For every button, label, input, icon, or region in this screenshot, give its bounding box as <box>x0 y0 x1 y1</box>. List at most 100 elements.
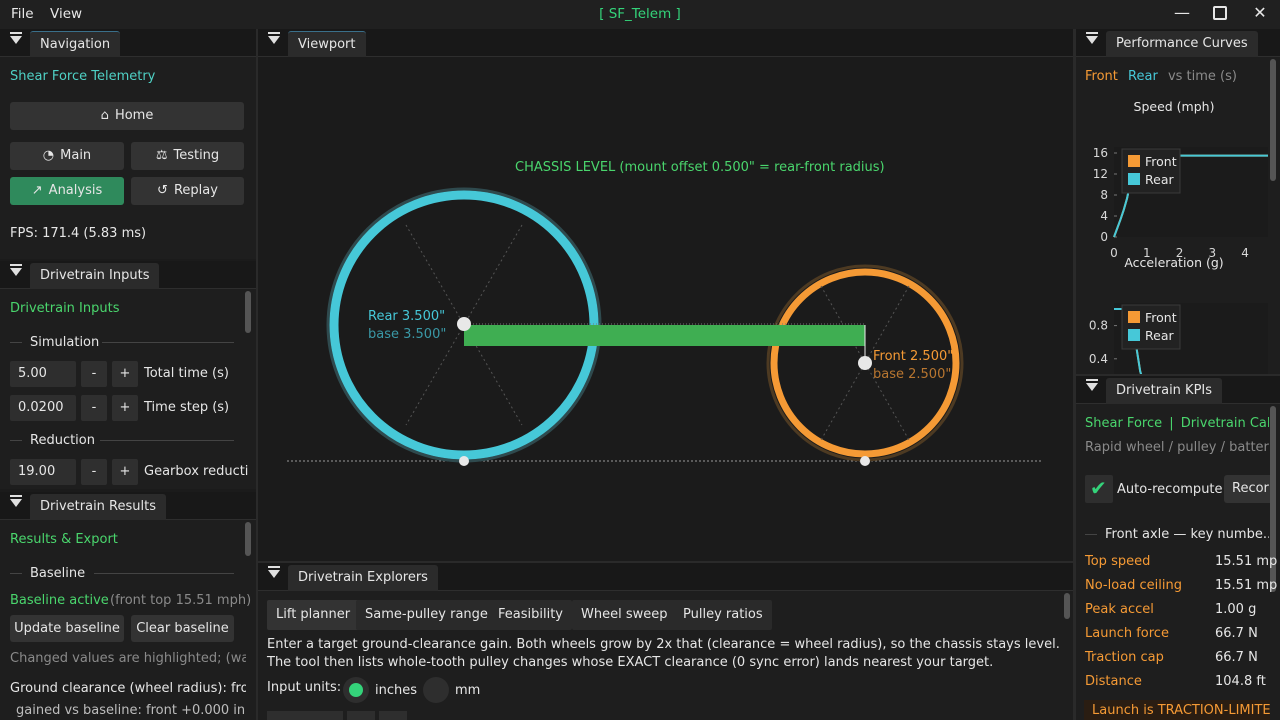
minimize-button[interactable]: — <box>1162 1 1202 27</box>
gearbox-decrement[interactable]: - <box>81 459 107 485</box>
subtab-feasibility[interactable]: Feasibility <box>489 600 572 630</box>
tab-drivetrain-explorers[interactable]: Drivetrain Explorers <box>288 565 438 591</box>
check-icon: ✔ <box>1090 476 1107 500</box>
gauge-icon: ◔ <box>42 148 55 163</box>
update-baseline-button[interactable]: Update baseline <box>10 615 124 642</box>
perf-legend-suffix: vs time (s) <box>1167 69 1237 84</box>
window-title: [ SF_Telem ] <box>599 6 681 22</box>
gearbox-increment[interactable]: + <box>112 459 138 485</box>
kpi-peak-accel-value: 1.00 g <box>1215 602 1257 617</box>
kpis-subheading: Rapid wheel / pulley / battery p <box>1085 440 1269 455</box>
history-icon: ↺ <box>157 183 168 198</box>
collapse-arrow-icon[interactable] <box>10 32 22 44</box>
clear-baseline-button[interactable]: Clear baseline <box>131 615 234 642</box>
time-step-decrement[interactable]: - <box>81 395 107 421</box>
perf-legend-rear: Rear <box>1128 69 1158 84</box>
tab-drivetrain-kpis[interactable]: Drivetrain KPIs <box>1106 378 1223 404</box>
inputs-scrollbar[interactable] <box>245 291 251 333</box>
home-button[interactable]: ⌂ Home <box>10 102 244 130</box>
kpi-distance-value: 104.8 ft <box>1215 674 1266 689</box>
legend-label-front: Front <box>1145 310 1177 325</box>
units-label: Input units: <box>267 680 342 695</box>
kpis-panel-header: Drivetrain KPIs <box>1076 376 1280 404</box>
radio-dot-icon <box>349 683 363 697</box>
maximize-button[interactable] <box>1200 1 1240 27</box>
recompute-button[interactable]: Recor <box>1224 475 1270 503</box>
auto-recompute-label: Auto-recompute <box>1117 482 1223 497</box>
analysis-button[interactable]: ↗ Analysis <box>10 177 124 205</box>
home-icon: ⌂ <box>100 108 109 123</box>
traction-warning-box: Launch is TRACTION-LIMITE <box>1084 700 1270 720</box>
mm-radio[interactable] <box>423 677 449 703</box>
baseline-active: Baseline active <box>10 593 109 608</box>
results-scrollbar[interactable] <box>245 522 251 556</box>
auto-recompute-checkbox[interactable]: ✔ <box>1085 475 1113 503</box>
rear-wheel-base: base 3.500" <box>368 327 447 342</box>
baseline-section: Baseline <box>30 566 86 581</box>
subtab-lift-planner[interactable]: Lift planner <box>267 600 360 630</box>
subtab-pulley-ratios[interactable]: Pulley ratios <box>674 600 772 630</box>
performance-charts[interactable]: Speed (mph)04812160 1 2 3 4FrontRearAccelera… <box>1076 89 1268 374</box>
results-panel-header: Drivetrain Results <box>0 492 256 520</box>
target-input-partial[interactable] <box>267 711 343 720</box>
inches-label: inches <box>375 683 418 698</box>
tab-performance-curves[interactable]: Performance Curves <box>1106 31 1258 57</box>
performance-panel-header: Performance Curves <box>1076 29 1280 57</box>
maximize-icon <box>1213 6 1227 20</box>
viewport-panel: Viewport CHASSIS LEVEL (mount offset 0.5… <box>258 29 1073 561</box>
close-button[interactable]: ✕ <box>1240 1 1280 27</box>
results-panel: Drivetrain Results Results & Export Base… <box>0 492 256 720</box>
performance-panel: Performance Curves Front Rear vs time (s… <box>1076 29 1280 374</box>
explorers-scrollbar[interactable] <box>1064 593 1070 619</box>
collapse-arrow-icon[interactable] <box>268 566 280 578</box>
menu-view[interactable]: View <box>50 6 82 22</box>
legend-label-rear: Rear <box>1145 328 1174 343</box>
rear-wheel-label: Rear 3.500" <box>368 309 446 324</box>
target-decrement-partial[interactable] <box>347 711 375 720</box>
separator <box>1085 534 1097 535</box>
replay-button[interactable]: ↺ Replay <box>131 177 244 205</box>
testing-button[interactable]: ⚖ Testing <box>131 142 244 170</box>
main-button[interactable]: ◔ Main <box>10 142 124 170</box>
gearbox-label: Gearbox reducti <box>144 464 249 479</box>
collapse-arrow-icon[interactable] <box>1086 32 1098 44</box>
reduction-section: Reduction <box>30 433 95 448</box>
fps-readout: FPS: 171.4 (5.83 ms) <box>10 226 147 241</box>
subtab-wheel-sweep[interactable]: Wheel sweep <box>572 600 677 630</box>
time-step-input[interactable]: 0.0200 <box>10 395 76 421</box>
kpi-distance-label: Distance <box>1085 674 1142 689</box>
tab-drivetrain-inputs[interactable]: Drivetrain Inputs <box>30 263 160 289</box>
gearbox-input[interactable]: 19.00 <box>10 459 76 485</box>
x-tick-label: 4 <box>1241 246 1249 260</box>
perf-scrollbar[interactable] <box>1270 59 1276 181</box>
accel-chart-title: Acceleration (g) <box>1124 255 1223 270</box>
total-time-decrement[interactable]: - <box>81 361 107 387</box>
analysis-button-label: Analysis <box>48 183 103 198</box>
total-time-increment[interactable]: + <box>112 361 138 387</box>
tab-navigation[interactable]: Navigation <box>30 31 121 57</box>
collapse-arrow-icon[interactable] <box>1086 379 1098 391</box>
inches-radio[interactable] <box>343 677 369 703</box>
y-tick-label: 12 <box>1093 167 1108 181</box>
lift-planner-description: Enter a target ground-clearance gain. Bo… <box>267 637 1060 670</box>
front-wheel-base: base 2.500" <box>873 367 952 382</box>
target-increment-partial[interactable] <box>379 711 407 720</box>
separator <box>10 440 22 441</box>
collapse-arrow-icon[interactable] <box>10 264 22 276</box>
speed-chart-title: Speed (mph) <box>1134 99 1215 114</box>
time-step-increment[interactable]: + <box>112 395 138 421</box>
separator <box>10 573 22 574</box>
perf-legend-front: Front <box>1085 69 1118 84</box>
menu-file[interactable]: File <box>11 6 34 22</box>
drivetrain-diagram[interactable] <box>258 29 1073 561</box>
rear-axle-point <box>457 317 471 331</box>
legend-swatch-rear <box>1128 329 1140 341</box>
collapse-arrow-icon[interactable] <box>10 495 22 507</box>
subtab-same-pulley-range[interactable]: Same-pulley range <box>356 600 497 630</box>
front-axle-point <box>858 356 872 370</box>
total-time-input[interactable]: 5.00 <box>10 361 76 387</box>
tab-drivetrain-results[interactable]: Drivetrain Results <box>30 494 166 520</box>
legend-swatch-front <box>1128 155 1140 167</box>
kpi-launch-force-value: 66.7 N <box>1215 626 1258 641</box>
kpis-heading-a: Shear Force <box>1085 416 1163 431</box>
